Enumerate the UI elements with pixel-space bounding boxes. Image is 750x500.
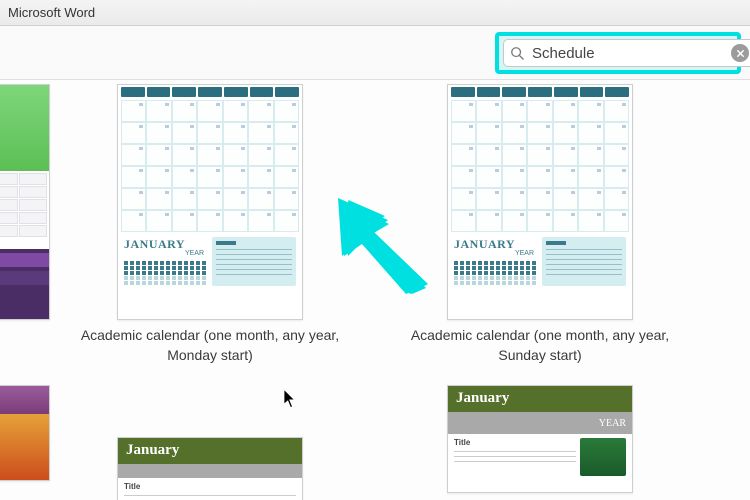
template-thumbnail: January YEAR Title [447, 385, 633, 493]
search-field[interactable] [503, 39, 750, 67]
clear-search-button[interactable] [731, 44, 749, 62]
template-item-green-2[interactable]: January YEAR Title [380, 385, 700, 500]
template-thumbnail: January Title [117, 437, 303, 500]
gallery-header [0, 26, 750, 80]
template-thumbnail [0, 84, 50, 320]
template-thumbnail: JANUARY YEAR [447, 84, 633, 320]
search-highlight-box [495, 32, 741, 74]
template-thumbnail: YEAR [0, 385, 50, 481]
template-item-academic-monday[interactable]: JANUARY YEAR Academic calendar (one mont… [50, 84, 370, 365]
search-icon [510, 46, 524, 60]
template-thumbnail: JANUARY YEAR [117, 84, 303, 320]
template-label: Academic calendar (one month, any year, … [400, 326, 680, 365]
template-label: Academic calendar (one month, any year, … [70, 326, 350, 365]
search-input[interactable] [532, 45, 731, 62]
thumb-image-placeholder [580, 438, 626, 476]
window-toolbar: Microsoft Word [0, 0, 750, 26]
thumb-title-label: Title [124, 482, 296, 491]
template-item-partial-left[interactable]: r [0, 84, 50, 365]
template-item-partial-left-2[interactable]: YEAR [0, 385, 50, 500]
template-gallery: r JANUARY YEAR [0, 80, 750, 500]
thumb-month-label: January [118, 438, 302, 464]
thumb-year-label: YEAR [599, 418, 626, 429]
thumb-title-label: Title [454, 438, 576, 447]
template-item-academic-sunday[interactable]: JANUARY YEAR Academic calendar (one mont… [380, 84, 700, 365]
app-title: Microsoft Word [8, 5, 95, 20]
template-item-green-1[interactable]: January Title [50, 385, 370, 500]
thumb-month-label: January [448, 386, 632, 412]
thumb-year-banner: YEAR [0, 386, 49, 414]
